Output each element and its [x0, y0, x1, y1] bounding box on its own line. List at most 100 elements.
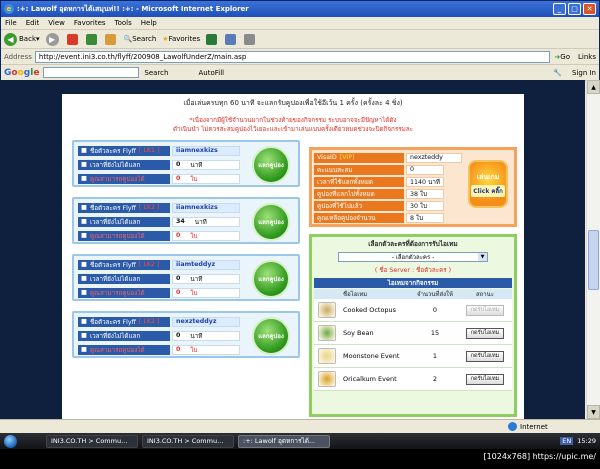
play-game-button[interactable]: เล่นเกม Click คลิ๊ก	[468, 160, 508, 208]
name-row: ■ ชื่อตัวละคร Flyff[ LK1 ] iiamnexkizs	[78, 145, 240, 156]
server-label: ( ชื่อ Server : ชื่อตัวละคร )	[374, 267, 452, 274]
status-bar: Internet	[0, 419, 600, 433]
zone-label: Internet	[520, 422, 548, 431]
language-indicator[interactable]: EN	[560, 437, 574, 445]
chevron-down-icon: ▼	[478, 253, 487, 261]
wrench-icon[interactable]: 🔧	[553, 69, 562, 77]
taskbar: INI3.CO.TH > Commu... INI3.CO.TH > Commu…	[0, 433, 600, 449]
bullet-icon: ■	[81, 147, 87, 154]
exchange-coupon-button[interactable]: แลกคูปอง	[252, 317, 290, 355]
time-row: ■ เวลาที่ยังไม่ได้แลก 0 นาที	[78, 273, 240, 284]
sign-in-link[interactable]: Sign In	[572, 69, 596, 77]
print-button[interactable]	[244, 33, 257, 45]
start-button[interactable]	[0, 433, 20, 449]
bullet-icon: ■	[81, 332, 87, 339]
event-page: เมื่อเล่นครบทุก 60 นาที จะแลกรับคูปองเพื…	[62, 94, 524, 419]
claim-item-button[interactable]: กดรับไอเทม	[465, 373, 505, 385]
vip-value: 0	[406, 164, 444, 175]
address-bar: Address http://event.ini3.co.th/flyff/20…	[1, 49, 599, 65]
vip-summary-box: VisaID [VIP] nexzteddy คะแนนสะสม 0 เวลาที…	[309, 147, 517, 227]
character-name: iiamnexkizs	[172, 202, 240, 213]
vip-row: คูปองที่ใช้ไปแล้ว 30 ใบ	[314, 200, 444, 211]
lk-tag: [ LK1 ]	[138, 147, 160, 154]
search-icon: 🔍	[123, 35, 133, 43]
vertical-scrollbar[interactable]: ▲ ▼	[586, 80, 600, 419]
bullet-icon: ■	[81, 218, 87, 225]
history-button[interactable]	[206, 33, 219, 45]
bullet-icon: ■	[81, 275, 87, 282]
menu-file[interactable]: File	[5, 19, 17, 27]
name-row: ■ ชื่อตัวละคร Flyff[ LK2 ] nexzteddyz	[78, 316, 240, 327]
windows-orb-icon	[3, 434, 17, 448]
print-icon	[244, 33, 256, 45]
item-qty: 15	[430, 329, 440, 337]
google-search-input[interactable]	[43, 67, 140, 78]
menu-edit[interactable]: Edit	[26, 19, 40, 27]
character-card: ■ ชื่อตัวละคร Flyff[ LK2 ] nexzteddyz ■ เว…	[72, 311, 300, 358]
autofill-button[interactable]: AutoFill	[198, 69, 224, 77]
vip-row: เวลาที่ใช้แลกทั้งหมด 1140 นาที	[314, 176, 444, 187]
item-qty: 1	[432, 352, 438, 360]
time-row: ■ เวลาที่ยังไม่ได้แลก 0 นาที	[78, 330, 240, 341]
time-value: 0	[176, 161, 181, 168]
vip-value: 8 ใบ	[406, 212, 444, 223]
item-name: Soy Bean	[343, 329, 374, 337]
minimize-button[interactable]: _	[553, 3, 566, 15]
go-button[interactable]: ➜ Go	[554, 53, 570, 61]
character-card: ■ ชื่อตัวละคร Flyff[ LK1 ] iiamnexkizs ■ เ…	[72, 140, 300, 187]
mail-icon	[225, 33, 237, 45]
coupon-value: 0	[176, 175, 181, 182]
item-claim-box: เลือกตัวละครที่ต้องการรับไอเทม - เลือกตั…	[309, 234, 517, 417]
close-button[interactable]: ✕	[583, 3, 596, 15]
bullet-icon: ■	[81, 318, 87, 325]
notice-text: *เนื่องจากมีผู้ใช้จำนวนมากในช่วงท้ายของก…	[172, 117, 414, 133]
character-card: ■ ชื่อตัวละคร Flyff[ LK2 ] iiamteddyz ■ เว…	[72, 254, 300, 301]
forward-button[interactable]: ▶	[45, 32, 61, 46]
coupon-row: ■ คูณสามารถคูปองได้ 0 ใบ	[78, 344, 240, 355]
time-value: 34	[176, 218, 185, 225]
back-button[interactable]: ◀ Back ▾	[4, 32, 40, 46]
menu-help[interactable]: Help	[141, 19, 157, 27]
vip-value: nexzteddy	[406, 152, 462, 163]
refresh-button[interactable]	[85, 33, 99, 45]
col-status: สถานะ	[476, 291, 494, 298]
character-name: iiamteddyz	[172, 259, 240, 270]
bullet-icon: ■	[81, 346, 87, 353]
title-bar: e :+: Lawolf อุดหการได้เสมุนท่!! :+: - M…	[1, 1, 599, 17]
claim-item-button[interactable]: กดรับไอเทม	[465, 350, 505, 362]
page-viewport: เมื่อเล่นครบทุก 60 นาที จะแลกรับคูปองเพื…	[0, 80, 585, 419]
address-input[interactable]: http://event.ini3.co.th/flyff/200908_Law…	[34, 50, 551, 63]
vip-tag: [VIP]	[339, 154, 355, 161]
menu-view[interactable]: View	[48, 19, 65, 27]
menu-tools[interactable]: Tools	[115, 19, 132, 27]
favorites-button[interactable]: ★ Favorites	[162, 35, 200, 43]
name-row: ■ ชื่อตัวละคร Flyff[ LK2 ] iiamnexkizs	[78, 202, 240, 213]
scroll-up-icon[interactable]: ▲	[587, 80, 600, 94]
character-name: nexzteddyz	[172, 316, 240, 327]
exchange-coupon-button[interactable]: แลกคูปอง	[252, 260, 290, 298]
taskbar-item[interactable]: INI3.CO.TH > Commu...	[142, 434, 234, 448]
home-icon	[104, 33, 116, 45]
home-button[interactable]	[104, 33, 118, 45]
coupon-value: 0	[176, 232, 181, 239]
vip-row: คูปองที่แลกไปทั้งหมด 38 ใบ	[314, 188, 444, 199]
time-row: ■ เวลาที่ยังไม่ได้แลก 34 นาที	[78, 216, 240, 227]
taskbar-item-active[interactable]: :+: Lawolf อุดหการได้...	[238, 434, 330, 448]
google-search-button[interactable]: Search	[144, 69, 168, 77]
scroll-down-icon[interactable]: ▼	[587, 405, 600, 419]
scroll-thumb[interactable]	[588, 230, 599, 290]
stop-button[interactable]	[66, 33, 80, 45]
globe-icon	[508, 422, 517, 431]
menu-favorites[interactable]: Favorites	[74, 19, 106, 27]
exchange-coupon-button[interactable]: แลกคูปอง	[252, 146, 290, 184]
links-button[interactable]: Links	[578, 53, 596, 61]
taskbar-item[interactable]: INI3.CO.TH > Commu...	[46, 434, 138, 448]
bullet-icon: ■	[81, 289, 87, 296]
search-button[interactable]: 🔍 Search	[124, 35, 157, 43]
mail-button[interactable]	[225, 33, 238, 45]
claim-item-button[interactable]: กดรับไอเทม	[465, 327, 505, 339]
vip-row: คูณเหลือคูปองจำนวน 8 ใบ	[314, 212, 444, 223]
character-select[interactable]: - เลือกตัวละคร - ▼	[338, 252, 488, 262]
maximize-button[interactable]: □	[568, 3, 581, 15]
exchange-coupon-button[interactable]: แลกคูปอง	[252, 203, 290, 241]
